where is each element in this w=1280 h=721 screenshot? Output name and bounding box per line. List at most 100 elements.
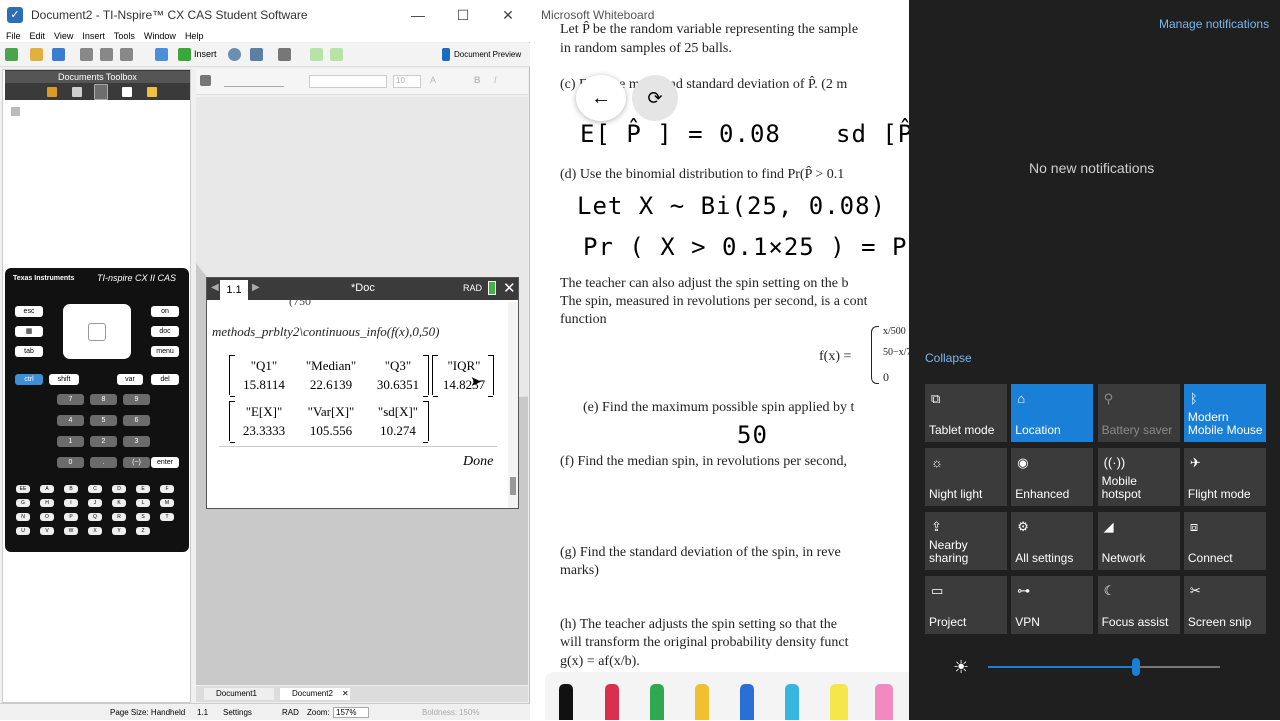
highlighter-pink[interactable] <box>875 684 893 720</box>
pen-cyan[interactable] <box>785 684 799 720</box>
pen-black[interactable] <box>559 684 573 720</box>
tools-icon[interactable] <box>47 87 57 97</box>
quick-action-tile[interactable]: ✈ Flight mode <box>1183 448 1266 506</box>
forward-icon[interactable] <box>330 48 343 61</box>
pen-yellow[interactable] <box>695 684 709 720</box>
key-letter[interactable]: F <box>160 485 174 493</box>
layout-icon[interactable] <box>250 48 263 61</box>
brightness-thumb[interactable] <box>1132 658 1141 676</box>
content-explorer-icon[interactable] <box>147 87 157 97</box>
close-doc-tab-icon[interactable]: ✕ <box>342 686 349 702</box>
menu-edit[interactable]: Edit <box>30 30 46 42</box>
menu-insert[interactable]: Insert <box>82 30 105 42</box>
settings-link[interactable]: Settings <box>223 704 252 721</box>
menu-tools[interactable]: Tools <box>114 30 135 42</box>
boldness-select[interactable]: 150% <box>459 704 479 721</box>
rotate-button[interactable]: ⟳ <box>632 75 678 121</box>
menu-help[interactable]: Help <box>185 30 204 42</box>
command-entry[interactable]: methods_prblty2\continuous_info(f(x),0,5… <box>212 324 439 340</box>
toolbox-dropdown-icon[interactable] <box>11 107 20 116</box>
emulator-icon[interactable] <box>94 84 108 100</box>
key-letter[interactable]: M <box>160 499 174 507</box>
new-icon[interactable] <box>5 48 18 61</box>
document-preview-select[interactable]: Document Preview <box>454 50 521 59</box>
bold-icon[interactable]: B <box>474 75 481 85</box>
brightness-slider[interactable] <box>988 658 1220 676</box>
page-sorter-icon[interactable] <box>72 87 82 97</box>
key-letter[interactable]: L <box>136 499 150 507</box>
key-letter[interactable]: R <box>112 513 126 521</box>
font-size-select[interactable]: 10 <box>393 75 421 88</box>
quick-action-tile[interactable]: ⌂ Location <box>1011 384 1094 442</box>
quick-action-tile[interactable]: ⧉ Tablet mode <box>925 384 1007 442</box>
close-button[interactable]: ✕ <box>486 0 530 30</box>
save-icon[interactable] <box>52 48 65 61</box>
key-letter[interactable]: G <box>16 499 30 507</box>
zoom-select[interactable]: 157% <box>333 707 369 718</box>
quick-action-tile[interactable]: ☼ Night light <box>925 448 1007 506</box>
cut-icon[interactable] <box>80 48 93 61</box>
undo-icon[interactable] <box>155 48 168 61</box>
paste-icon[interactable] <box>120 48 133 61</box>
next-page-icon[interactable]: ▶ <box>252 282 260 293</box>
quick-action-tile[interactable]: ⇪ Nearby sharing <box>925 512 1007 570</box>
key-letter[interactable]: P <box>64 513 78 521</box>
highlighter-yellow[interactable] <box>830 684 848 720</box>
minimize-button[interactable]: — <box>396 0 440 30</box>
fill-color-picker[interactable] <box>224 75 284 87</box>
prev-page-icon[interactable]: ◀ <box>211 282 219 293</box>
font-select[interactable] <box>309 75 387 88</box>
key-letter[interactable]: S <box>136 513 150 521</box>
key-letter[interactable]: O <box>40 513 54 521</box>
key-letter[interactable]: V <box>40 527 54 535</box>
menu-view[interactable]: View <box>54 30 73 42</box>
menu-window[interactable]: Window <box>144 30 176 42</box>
key-letter[interactable]: K <box>112 499 126 507</box>
key-letter[interactable]: T <box>160 513 174 521</box>
doc-tools-icon[interactable] <box>200 75 211 86</box>
screenshot-icon[interactable] <box>278 48 291 61</box>
quick-action-tile[interactable]: ◢ Network <box>1097 512 1180 570</box>
variables-icon[interactable] <box>228 48 241 61</box>
key-letter[interactable]: E <box>136 485 150 493</box>
back-arrow-button[interactable]: ← <box>576 75 626 121</box>
maximize-button[interactable]: ☐ <box>441 0 485 30</box>
key-letter[interactable]: H <box>40 499 54 507</box>
insert-icon[interactable] <box>178 48 191 61</box>
menu-file[interactable]: File <box>6 30 21 42</box>
key-letter[interactable]: X <box>88 527 102 535</box>
doc-tab-1[interactable]: Document1 <box>204 688 274 700</box>
font-grow-icon[interactable]: A <box>430 75 436 85</box>
insert-button[interactable]: Insert <box>194 49 217 59</box>
pen-blue[interactable] <box>740 684 754 720</box>
key-letter[interactable]: EE <box>16 485 30 493</box>
scrollbar-thumb[interactable] <box>510 477 516 495</box>
quick-action-tile[interactable]: ✂ Screen snip <box>1183 576 1266 634</box>
italic-icon[interactable]: I <box>494 75 497 85</box>
back-icon[interactable] <box>310 48 323 61</box>
quick-action-tile[interactable]: ⚙ All settings <box>1011 512 1094 570</box>
key-letter[interactable]: C <box>88 485 102 493</box>
key-letter[interactable]: Y <box>112 527 126 535</box>
key-letter[interactable]: Z <box>136 527 150 535</box>
key-letter[interactable]: J <box>88 499 102 507</box>
quick-action-tile[interactable]: ⧈ Connect <box>1183 512 1266 570</box>
key-letter[interactable]: N <box>16 513 30 521</box>
pen-green[interactable] <box>650 684 664 720</box>
key-letter[interactable]: W <box>64 527 78 535</box>
key-letter[interactable]: B <box>64 485 78 493</box>
utilities-icon[interactable] <box>122 87 132 97</box>
quick-action-tile[interactable]: ⊶ VPN <box>1011 576 1094 634</box>
quick-action-tile[interactable]: ☾ Focus assist <box>1097 576 1180 634</box>
quick-action-tile[interactable]: ((·)) Mobile hotspot <box>1097 448 1180 506</box>
quick-action-tile[interactable]: ▭ Project <box>925 576 1007 634</box>
key-letter[interactable]: A <box>40 485 54 493</box>
page-tab[interactable]: 1.1 <box>220 280 248 300</box>
pen-red[interactable] <box>605 684 619 720</box>
key-letter[interactable]: I <box>64 499 78 507</box>
open-icon[interactable] <box>30 48 43 61</box>
close-page-icon[interactable]: ✕ <box>503 279 516 297</box>
key-letter[interactable]: D <box>112 485 126 493</box>
calc-scrollbar[interactable] <box>508 302 518 508</box>
quick-action-tile[interactable]: ◉ Enhanced <box>1011 448 1094 506</box>
